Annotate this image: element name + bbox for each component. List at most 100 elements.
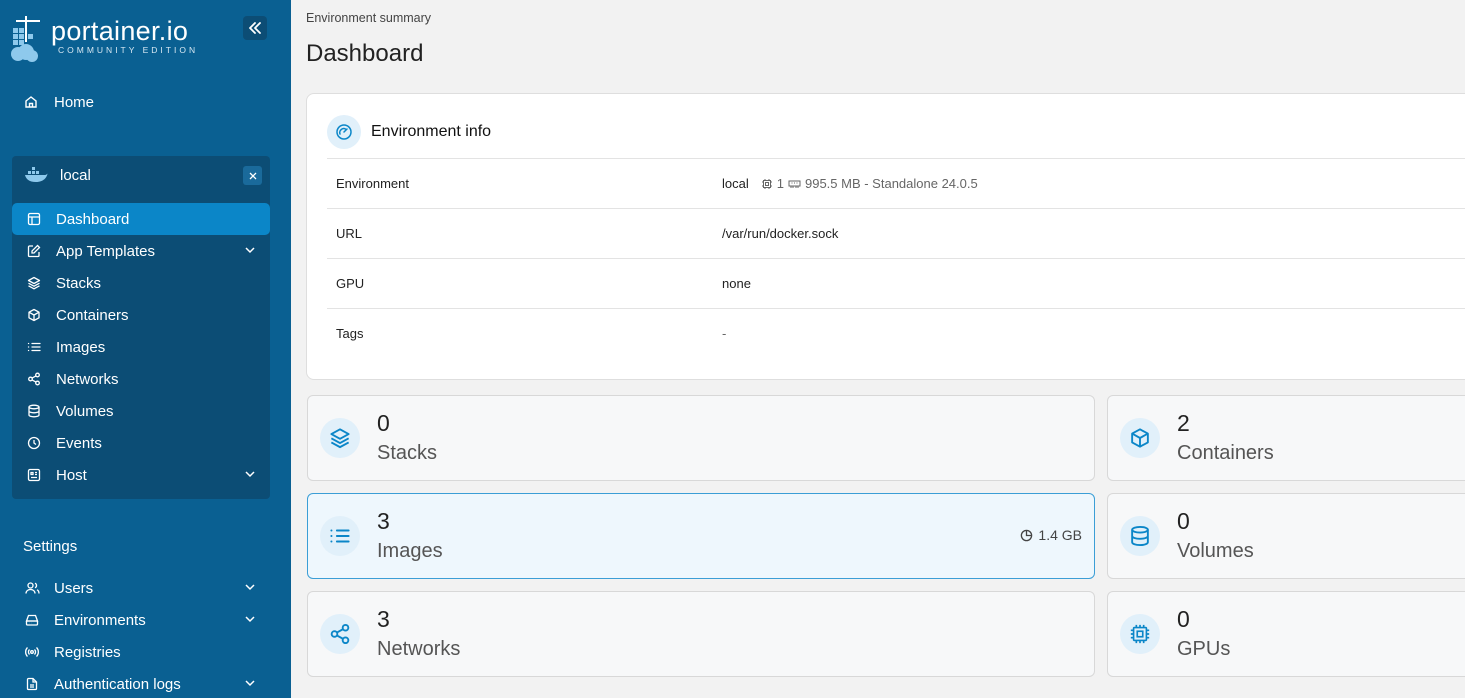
volumes-tile[interactable]: 0 Volumes — [1107, 493, 1465, 579]
chevrons-left-icon — [249, 22, 261, 34]
row-value: /var/run/docker.sock — [722, 226, 839, 241]
share-icon — [26, 372, 42, 386]
sidebar-item-dashboard[interactable]: Dashboard — [12, 203, 270, 235]
box-icon — [1120, 418, 1160, 458]
portainer-logo-icon — [10, 16, 46, 64]
tile-count: 2 — [1177, 410, 1190, 436]
tile-label: GPUs — [1177, 638, 1231, 660]
cpu-count: 1 — [776, 176, 784, 191]
environment-info-card: Environment info Environment local 1 995… — [306, 93, 1465, 380]
sidebar-item-images[interactable]: Images — [12, 331, 270, 363]
sidebar-item-events[interactable]: Events — [12, 427, 270, 459]
radio-icon — [24, 645, 40, 659]
sidebar-item-stacks[interactable]: Stacks — [12, 267, 270, 299]
sidebar-item-authentication-logs[interactable]: Authentication logs — [12, 668, 270, 698]
box-icon — [26, 308, 42, 322]
containers-tile[interactable]: 2 Containers — [1107, 395, 1465, 481]
sidebar-item-label: Home — [54, 93, 95, 111]
sidebar-item-label: Users — [54, 579, 94, 597]
images-size: 1.4 GB — [1020, 527, 1082, 543]
brand[interactable]: portainer.io COMMUNITY EDITION — [10, 14, 240, 64]
edit-icon — [26, 244, 42, 258]
row-key: GPU — [336, 276, 365, 291]
sidebar-item-host[interactable]: Host — [12, 459, 270, 491]
tile-label: Stacks — [377, 442, 438, 464]
tile-label: Networks — [377, 638, 461, 660]
gpus-tile[interactable]: 0 GPUs — [1107, 591, 1465, 677]
table-row: GPU none — [327, 258, 1465, 308]
sidebar-item-home[interactable]: Home — [12, 86, 270, 118]
sidebar-item-label: App Templates — [56, 242, 155, 260]
environment-header: local — [12, 156, 270, 194]
card-header: Environment info — [327, 114, 491, 150]
environment-value: local — [722, 176, 749, 191]
dashboard-icon — [26, 212, 42, 226]
chevron-down-icon[interactable] — [244, 468, 256, 480]
sidebar-item-networks[interactable]: Networks — [12, 363, 270, 395]
tile-count: 0 — [1177, 508, 1190, 534]
tile-count: 0 — [377, 410, 390, 436]
sidebar-item-app-templates[interactable]: App Templates — [12, 235, 270, 267]
docker-icon — [24, 167, 48, 183]
sidebar-item-label: Authentication logs — [54, 675, 181, 693]
sidebar-item-label: Networks — [56, 370, 119, 388]
tile-count: 3 — [377, 508, 390, 534]
row-value: local 1 995.5 MB - Standalone 24.0.5 — [722, 176, 978, 191]
row-value: none — [722, 276, 751, 291]
sidebar-item-users[interactable]: Users — [12, 572, 270, 604]
images-size-value: 1.4 GB — [1038, 527, 1082, 543]
sidebar-item-label: Events — [56, 434, 102, 452]
memory-value: 995.5 MB - Standalone 24.0.5 — [804, 176, 978, 191]
layers-icon — [26, 276, 42, 290]
breadcrumb: Environment summary — [306, 11, 432, 25]
sidebar-item-label: Stacks — [56, 274, 102, 292]
sidebar-item-label: Containers — [56, 306, 129, 324]
table-row: URL /var/run/docker.sock — [327, 208, 1465, 258]
pie-chart-icon — [1021, 529, 1033, 541]
tile-label: Volumes — [1177, 540, 1254, 562]
row-key: Tags — [336, 326, 364, 341]
users-icon — [24, 581, 40, 595]
sidebar-item-environments[interactable]: Environments — [12, 604, 270, 636]
sidebar-item-label: Dashboard — [56, 210, 130, 228]
environment-section: local Dashboard App Templates Stacks Con… — [12, 156, 270, 499]
host-icon — [26, 468, 42, 482]
close-icon — [249, 172, 256, 179]
file-icon — [24, 677, 40, 691]
list-icon — [26, 340, 42, 354]
cpu-icon — [1120, 614, 1160, 654]
clock-icon — [26, 436, 42, 450]
memory-icon — [788, 180, 801, 188]
sidebar-item-registries[interactable]: Registries — [12, 636, 270, 668]
row-key: Environment — [336, 176, 409, 191]
sidebar-item-label: Volumes — [56, 402, 114, 420]
tile-count: 3 — [377, 606, 390, 632]
home-icon — [24, 95, 40, 109]
card-title: Environment info — [371, 123, 492, 140]
close-environment-button[interactable] — [243, 166, 262, 185]
gauge-icon — [327, 115, 361, 149]
tile-count: 0 — [1177, 606, 1190, 632]
sidebar-item-label: Host — [56, 466, 87, 484]
cpu-icon — [761, 178, 772, 189]
row-key: URL — [336, 226, 363, 241]
page-title: Dashboard — [306, 40, 424, 67]
database-icon — [1120, 516, 1160, 556]
sidebar-item-label: Images — [56, 338, 106, 356]
chevron-down-icon[interactable] — [244, 581, 256, 593]
stacks-tile[interactable]: 0 Stacks — [307, 395, 1095, 481]
list-icon — [320, 516, 360, 556]
tile-label: Images — [377, 540, 443, 562]
chevron-down-icon[interactable] — [244, 677, 256, 689]
collapse-sidebar-button[interactable] — [243, 16, 267, 40]
chevron-down-icon[interactable] — [244, 613, 256, 625]
sidebar-item-containers[interactable]: Containers — [12, 299, 270, 331]
settings-heading: Settings — [23, 538, 78, 555]
sidebar-item-volumes[interactable]: Volumes — [12, 395, 270, 427]
chevron-down-icon[interactable] — [244, 244, 256, 256]
layers-icon — [320, 418, 360, 458]
networks-tile[interactable]: 3 Networks — [307, 591, 1095, 677]
table-row: Tags - — [327, 308, 1465, 358]
environment-name: local — [60, 166, 91, 184]
images-tile[interactable]: 3 Images 1.4 GB — [307, 493, 1095, 579]
